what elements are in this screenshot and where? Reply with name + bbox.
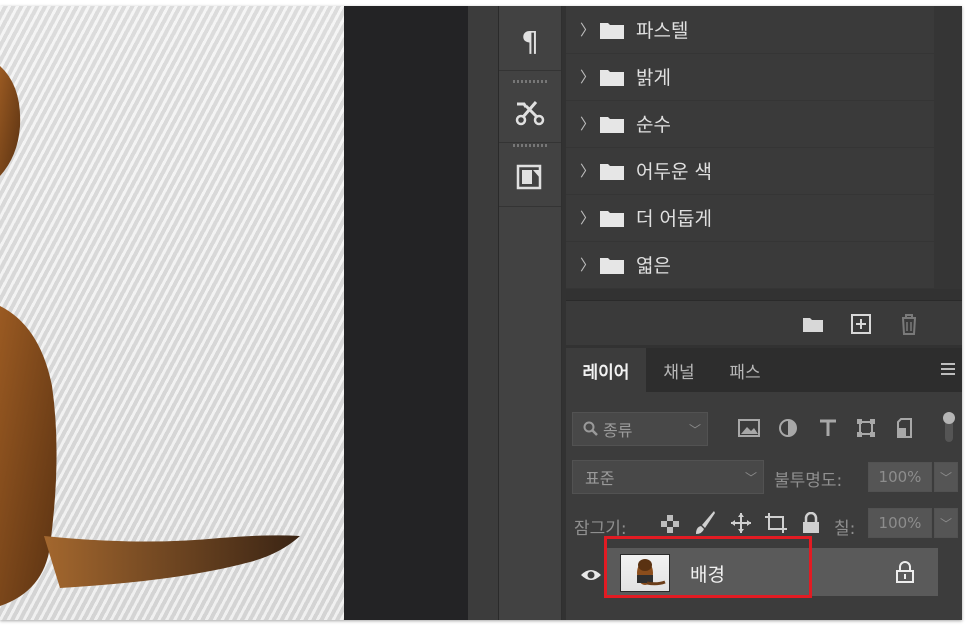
tab-channels[interactable]: 채널 [646,348,712,392]
chevron-right-icon[interactable]: 〉 [580,160,596,181]
panel-icon-strip: ¶ [499,6,562,620]
eye-visibility-icon[interactable] [580,568,602,582]
filter-kind-label: 종류 [603,421,633,440]
folder-icon [600,210,624,227]
layer-filter-kind-select[interactable]: 종류 ﹀ [572,412,708,446]
chevron-down-icon: ﹀ [744,470,757,485]
search-icon [583,421,598,436]
swatch-folder-label: 순수 [636,114,671,136]
right-panel-group: 〉 파스텔 〉 밝게 〉 순수 〉 어두운 색 〉 더 어둡게 〉 엷은 레이어… [562,6,962,620]
folder-icon [600,116,624,133]
fill-input[interactable]: 100% [868,508,932,538]
lock-all-icon[interactable] [802,512,820,534]
swatches-scrollbar[interactable] [934,6,962,289]
swatch-folder-dark[interactable]: 〉 어두운 색 [566,147,934,195]
highlight-box [604,536,812,598]
new-swatch-icon[interactable] [850,313,872,335]
folder-icon [600,163,624,180]
dog-photo [0,66,300,606]
paragraph-panel-button[interactable]: ¶ [499,12,561,71]
adjustment-filter-icon[interactable] [778,418,798,438]
swatch-folder-label: 더 어둡게 [636,208,712,230]
opacity-input[interactable]: 100% [868,462,932,492]
swatch-folder-label: 파스텔 [636,20,689,42]
tools-panel-button[interactable] [499,84,561,143]
properties-panel-button[interactable] [499,148,561,207]
shape-filter-icon[interactable] [856,418,876,438]
panel-grip[interactable] [513,80,547,83]
lock-image-pixels-brush-icon[interactable] [694,510,716,536]
fill-label: 칠: [834,519,856,539]
folder-icon [600,257,624,274]
folder-icon [600,22,624,39]
blend-mode-value: 표준 [585,469,615,488]
opacity-dropdown[interactable]: ﹀ [934,462,958,492]
image-filter-icon[interactable] [738,418,760,438]
chevron-right-icon[interactable]: 〉 [580,254,596,275]
chevron-right-icon[interactable]: 〉 [580,19,596,40]
lock-artboard-icon[interactable] [764,512,788,534]
swatch-folder-label: 밝게 [636,67,671,89]
properties-panel-icon [516,164,542,190]
new-group-folder-icon[interactable] [802,313,824,335]
swatch-folder-pure[interactable]: 〉 순수 [566,100,934,148]
chevron-right-icon[interactable]: 〉 [580,66,596,87]
chevron-right-icon[interactable]: 〉 [580,113,596,134]
swatch-folder-light[interactable]: 〉 밝게 [566,53,934,101]
swatch-folder-label: 어두운 색 [636,161,712,183]
collapsed-panel-dock [468,6,499,620]
folder-icon [600,69,624,86]
swatches-footer [566,300,962,345]
chevron-down-icon: ﹀ [939,470,952,485]
chevron-right-icon[interactable]: 〉 [580,207,596,228]
fill-dropdown[interactable]: ﹀ [934,508,958,538]
chevron-down-icon: ﹀ [688,422,701,437]
swatches-folder-list: 〉 파스텔 〉 밝게 〉 순수 〉 어두운 색 〉 더 어둡게 〉 엷은 [566,6,934,289]
layers-panel-tabs: 레이어 채널 패스 [566,348,962,392]
filter-toggle-switch[interactable] [942,410,956,444]
tab-layers[interactable]: 레이어 [566,348,646,392]
smart-object-filter-icon[interactable] [896,418,916,438]
swatch-folder-pale[interactable]: 〉 엷은 [566,241,934,289]
swatch-folder-darker[interactable]: 〉 더 어둡게 [566,194,934,242]
tab-paths[interactable]: 패스 [712,348,778,392]
panel-grip[interactable] [513,144,547,147]
lock-position-move-icon[interactable] [730,512,752,534]
tools-scissors-icon [515,101,545,126]
lock-transparent-pixels-icon[interactable] [660,514,680,534]
paragraph-icon: ¶ [521,24,539,58]
swatch-folder-label: 엷은 [636,255,671,277]
opacity-label: 불투명도: [774,471,843,491]
canvas-pasteboard [344,6,468,620]
canvas-image[interactable] [0,6,344,620]
delete-trash-icon[interactable] [898,313,920,335]
chevron-down-icon: ﹀ [939,516,952,531]
photoshop-window: ¶ 〉 파스텔 〉 밝게 〉 순수 〉 어두운 색 〉 더 어둡게 〉 엷은 레… [0,6,962,620]
type-filter-icon[interactable] [818,418,838,438]
swatch-folder-pastel[interactable]: 〉 파스텔 [566,6,934,54]
panel-menu-icon[interactable] [940,362,956,376]
layer-lock-icon[interactable] [896,561,914,583]
blend-mode-select[interactable]: 표준 ﹀ [572,460,764,494]
